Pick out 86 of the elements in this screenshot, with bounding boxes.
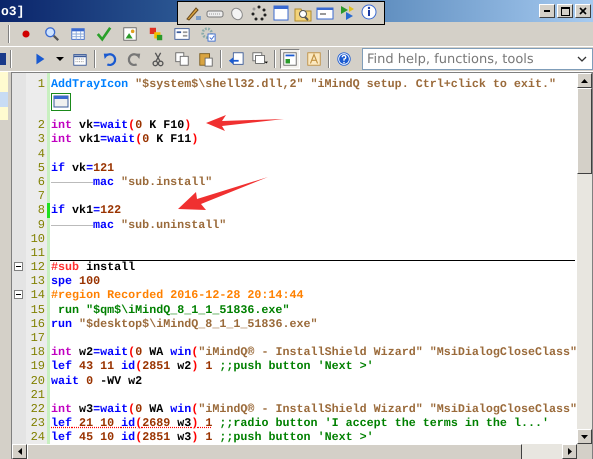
redo-icon: [126, 51, 142, 67]
line-number: 2: [36, 118, 46, 132]
scrollbar-thumb[interactable]: [577, 88, 592, 174]
window-icon[interactable]: [272, 4, 290, 22]
search-field[interactable]: Find help, functions, tools: [362, 48, 593, 70]
picture-icon: [122, 26, 138, 42]
line-number: 4: [36, 146, 46, 161]
line-number: 21: [30, 388, 46, 402]
letter-a-icon: [306, 51, 322, 67]
code-line: if vk=121: [51, 160, 114, 175]
search-button[interactable]: [42, 24, 62, 44]
code-button[interactable]: [280, 49, 300, 69]
line-number: 12: [30, 260, 46, 274]
window-title: o3]: [1, 4, 24, 18]
scissors-icon: [150, 51, 166, 67]
code-line: lef 45 10 id(2851 w3) 1 ;;push button 'Next >': [51, 430, 374, 444]
line-number: 15: [30, 302, 46, 317]
code-line: int w2=wait(0 WA win("iMindQ® - InstallShield Wizard" "MsiDialogCloseClass": [51, 345, 577, 360]
undo-icon: [102, 51, 118, 67]
spinner-icon[interactable]: [250, 4, 268, 22]
minimize-button[interactable]: [539, 4, 555, 18]
code-line: mac "sub.uninstall": [51, 218, 226, 232]
windows-icon: [252, 51, 268, 67]
line-number: 6: [36, 174, 46, 190]
info-icon[interactable]: [360, 4, 378, 22]
line-number: 19: [30, 359, 46, 374]
chevron-icon[interactable]: [577, 56, 587, 62]
code-line: run "$desktop$\iMindQ_8_1_1_51836.exe": [51, 316, 318, 331]
squares-icon: [148, 26, 164, 42]
code-line: lef 43 11 id(2851 w2) 1 ;;push button 'Next >': [51, 359, 374, 374]
close-button[interactable]: [575, 4, 591, 18]
caret-icon: [56, 57, 64, 61]
left-arrow-icon: [18, 448, 22, 455]
minimize-icon: [544, 10, 550, 12]
collapse-icon[interactable]: [14, 262, 23, 272]
gear-icon: [200, 26, 216, 42]
down-arrow-icon: [581, 434, 588, 438]
line-number: 16: [30, 316, 46, 331]
code-line: if vk1=122: [51, 203, 122, 218]
code-line: mac "sub.install": [51, 174, 212, 189]
size-grip: [577, 444, 592, 459]
code-line: lef 21 10 id(2689 w3) 1 ;;radio button 'I accept the terms in the l...': [51, 416, 550, 430]
code-line: #sub install: [51, 260, 136, 274]
code-line: #region Recorded 2016-12-28 20:14:44: [51, 288, 304, 302]
line-number: 20: [30, 374, 46, 388]
calendar-icon: [72, 51, 88, 67]
code-line: AddTrayIcon "$system$\shell32.dll,2" "iMindQ setup. Ctrl+click to exit.": [51, 77, 556, 91]
line-number: 1: [36, 77, 46, 92]
collapse-icon[interactable]: [14, 290, 23, 300]
line-number: 13: [30, 274, 46, 288]
line-number: 17: [30, 331, 46, 346]
line-number: 18: [30, 345, 46, 360]
maximize-icon: [560, 6, 570, 16]
search-icon: [44, 26, 60, 42]
copy-icon: [174, 51, 190, 67]
form-icon: [174, 26, 190, 42]
code-line: int vk1=wait(0 K F11): [51, 132, 198, 146]
checkmark-button[interactable]: [94, 24, 114, 44]
maximize-button[interactable]: [557, 4, 573, 18]
line-number: 14: [30, 288, 46, 303]
code-line: wait 0 -WV w2: [51, 374, 142, 388]
table-icon: [70, 26, 86, 42]
line-number: 7: [36, 189, 46, 204]
line-number: 5: [36, 160, 46, 175]
line-number: 8: [36, 203, 46, 218]
checkmark-icon: [96, 26, 112, 42]
line-number: 22: [30, 402, 46, 416]
up-arrow-icon: [581, 78, 588, 82]
paste-icon: [198, 51, 214, 67]
code-line: spe 100: [51, 274, 100, 288]
close-icon: [579, 7, 587, 15]
right-arrow-icon: [568, 448, 572, 455]
line-number: 23: [30, 416, 46, 430]
code-icon: [282, 51, 298, 67]
code-line: int w3=wait(0 WA win("iMindQ® - InstallShield Wizard" "MsiDialogCloseClass": [51, 402, 577, 416]
vertical-scrollbar[interactable]: [577, 73, 592, 444]
code-line: int vk=wait(0 K F10): [51, 118, 192, 132]
line-number: 10: [30, 232, 46, 246]
code-line: run "$qm$\iMindQ_8_1_1_51836.exe": [57, 302, 290, 317]
document-arrow-icon: [228, 51, 244, 67]
line-number: 11: [30, 246, 46, 260]
line-number: 9: [36, 218, 46, 232]
help-icon: [336, 51, 352, 67]
code-editor[interactable]: [12, 73, 577, 444]
line-number: 3: [36, 132, 46, 147]
line-number: 24: [30, 430, 46, 444]
